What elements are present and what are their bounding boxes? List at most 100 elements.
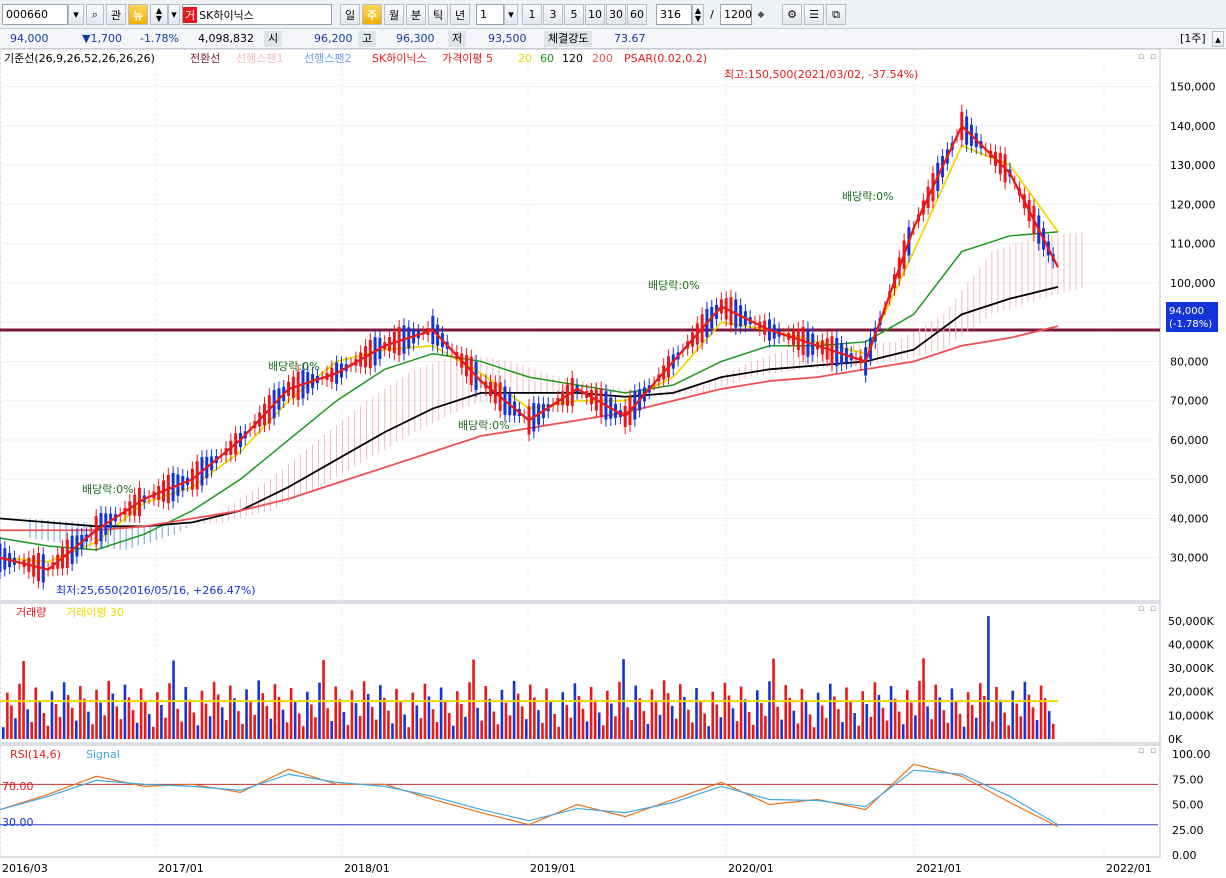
count-spinner-icon[interactable]: ▲ ▼: [692, 4, 704, 25]
code-dropdown-icon[interactable]: ▾: [68, 4, 84, 25]
updown-spinner-icon[interactable]: ▲ ▼: [150, 4, 168, 25]
volume-panel-close-icon[interactable]: ▫: [1150, 604, 1156, 614]
volume-bar: [638, 698, 642, 739]
volume-bar: [589, 687, 593, 739]
volume-bar: [614, 716, 617, 739]
interval-5-button[interactable]: 5: [564, 4, 584, 25]
trade-volume: 4,098,832: [198, 32, 254, 45]
volume-panel-menu-icon[interactable]: ▫: [1138, 604, 1144, 614]
volume-bar: [545, 688, 548, 739]
time-axis-tick-label: 2016/03: [2, 862, 48, 875]
time-axis-tick-label: 2017/01: [158, 862, 204, 875]
total-input[interactable]: 1200: [720, 4, 752, 25]
rsi-panel-menu-icon[interactable]: ▫: [1138, 746, 1144, 756]
volume-bar: [62, 682, 66, 739]
price-info-bar: 94,000 ▼1,700 -1.78% 4,098,832 시 96,200 …: [0, 29, 1226, 49]
volume-bar: [30, 721, 33, 739]
price-axis-tick-label: 50,000: [1170, 473, 1209, 486]
collapse-icon[interactable]: ▴: [1212, 31, 1224, 47]
strength-value: 73.67: [614, 32, 646, 45]
volume-bar: [192, 712, 196, 739]
period-year-label: 년: [454, 8, 466, 22]
volume-bar: [350, 690, 354, 739]
volume-bar: [764, 715, 767, 739]
indicator-icon[interactable]: ⧉: [826, 4, 846, 25]
volume-bar: [488, 698, 492, 739]
volume-bar: [18, 683, 21, 739]
volume-bar: [597, 712, 601, 739]
news-button[interactable]: 뉴: [128, 4, 148, 25]
volume-bar: [974, 717, 978, 739]
stock-name-field[interactable]: 거 SK하이닉스: [182, 4, 332, 25]
volume-bar: [447, 713, 451, 739]
interval-3-button[interactable]: 3: [543, 4, 563, 25]
interval-30-label: 30: [609, 8, 623, 21]
related-button[interactable]: 관: [106, 4, 126, 25]
interval-60-button[interactable]: 60: [627, 4, 647, 25]
period-tick-button[interactable]: 틱: [428, 4, 448, 25]
search-icon[interactable]: ⌕: [86, 4, 104, 25]
volume-bar: [820, 705, 824, 739]
volume-bar: [1015, 703, 1019, 739]
legend-volume-ma: 거래이평 30: [66, 606, 124, 619]
total-dropdown-icon[interactable]: ◆: [754, 4, 768, 25]
volume-bar: [1003, 712, 1006, 739]
volume-bar: [780, 719, 783, 739]
interval-1-button[interactable]: 1: [522, 4, 542, 25]
volume-bar: [50, 691, 54, 739]
interval-dropdown-icon[interactable]: ▾: [504, 4, 518, 25]
volume-bar: [383, 697, 386, 739]
volume-bar: [285, 722, 289, 739]
volume-bar: [135, 722, 139, 739]
period-day-button[interactable]: 일: [340, 4, 360, 25]
price-panel-close-icon[interactable]: ▫: [1150, 52, 1156, 62]
period-week-button[interactable]: 주: [362, 4, 382, 25]
volume-bar: [423, 683, 427, 739]
dividend-annotation-2018: 배당락:0%: [458, 419, 510, 432]
legend-volume: 거래량: [16, 606, 46, 619]
settings-icon[interactable]: ⚙: [782, 4, 802, 25]
period-month-button[interactable]: 월: [384, 4, 404, 25]
volume-bar: [220, 707, 224, 739]
volume-bar: [188, 699, 192, 739]
period-minute-button[interactable]: 분: [406, 4, 426, 25]
volume-bar: [338, 699, 342, 739]
open-label: 시: [264, 31, 283, 47]
volume-bar: [723, 682, 727, 739]
period-year-button[interactable]: 년: [450, 4, 470, 25]
count-input[interactable]: 316: [656, 4, 692, 25]
volume-bar: [549, 701, 552, 739]
open-price: 96,200: [314, 32, 353, 45]
volume-bar: [468, 682, 471, 739]
stock-code-input[interactable]: 000660: [2, 4, 68, 25]
volume-bar: [464, 716, 467, 739]
related-button-label: 관: [110, 8, 122, 22]
volume-bar: [828, 683, 832, 739]
volume-bar: [362, 681, 366, 739]
legend-ma5: 가격이평 5: [442, 52, 493, 65]
interval-10-button[interactable]: 10: [585, 4, 605, 25]
volume-bar: [938, 697, 942, 739]
time-axis-tick-label: 2021/01: [916, 862, 962, 875]
volume-bar: [419, 718, 423, 739]
volume-bar: [318, 682, 321, 739]
period-minute-label: 분: [410, 8, 422, 22]
volume-bar: [634, 685, 637, 739]
price-panel-menu-icon[interactable]: ▫: [1138, 52, 1144, 62]
interval-select[interactable]: 1: [476, 4, 504, 25]
volume-bar: [476, 707, 479, 739]
chart-list-icon[interactable]: ☰: [804, 4, 824, 25]
volume-bar: [553, 713, 556, 739]
volume-bar: [99, 702, 102, 739]
price-axis-tick-label: 30,000: [1170, 552, 1209, 565]
price-axis-tick-label: 80,000: [1170, 355, 1209, 368]
stock-list-dropdown-icon[interactable]: ▾: [168, 4, 180, 25]
interval-30-button[interactable]: 30: [606, 4, 626, 25]
volume-bar: [451, 725, 455, 739]
rsi-panel-close-icon[interactable]: ▫: [1150, 746, 1156, 756]
stock-chart[interactable]: 30,000 40,000 50,000 60,000 70,000 80,000 100,…: [0, 49, 1226, 878]
volume-bar: [962, 726, 966, 739]
volume-bar: [245, 689, 248, 739]
volume-bar: [885, 720, 889, 739]
volume-bar: [1019, 716, 1023, 739]
